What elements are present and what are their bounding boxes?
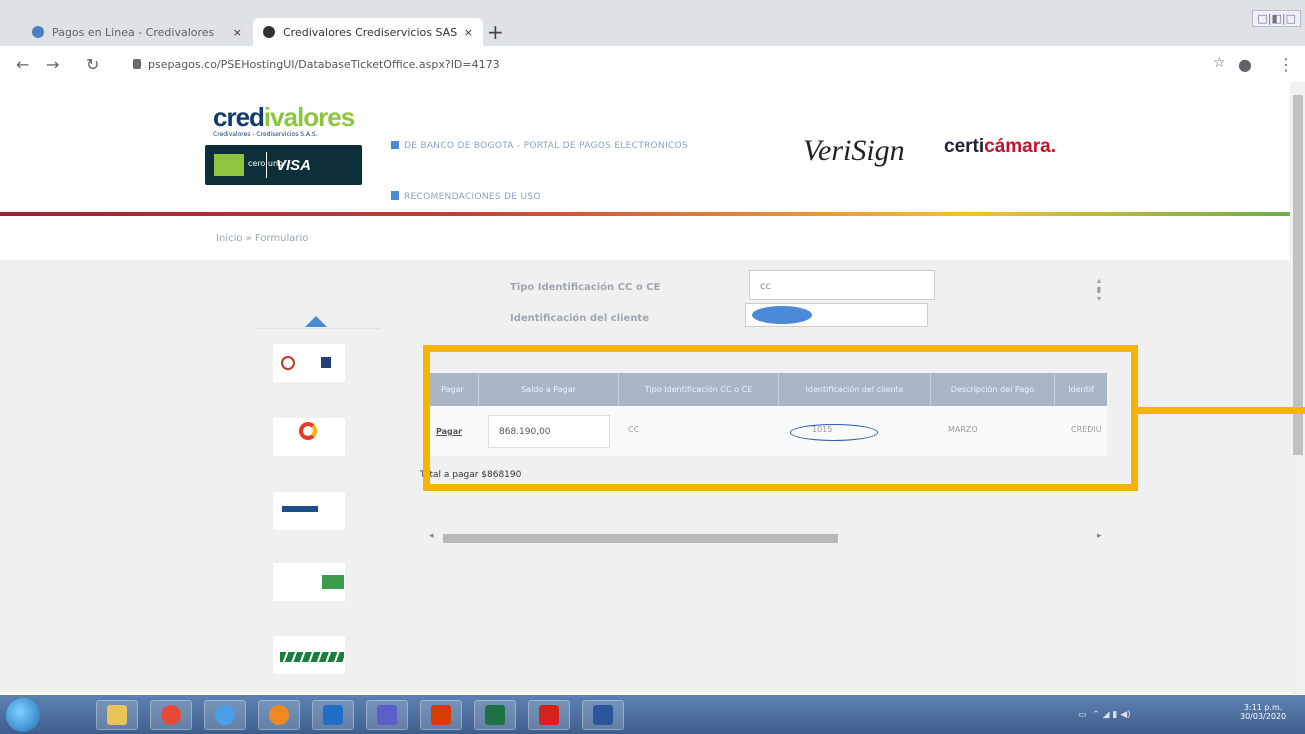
window-controls[interactable]: □|◧|□ (1252, 10, 1301, 27)
media-player-icon[interactable] (258, 700, 300, 730)
brand-logo[interactable]: credivalores (213, 102, 355, 133)
close-tab-icon[interactable]: × (233, 26, 242, 39)
verisign-logo: VeriSign (803, 134, 905, 167)
office-icon[interactable] (420, 700, 462, 730)
url-field[interactable]: psepagos.co/PSEHostingUI/DatabaseTicketO… (148, 58, 500, 71)
highlight-annotation-box (423, 345, 1138, 491)
new-tab-button[interactable]: + (487, 20, 504, 44)
close-tab-icon[interactable]: × (464, 26, 473, 39)
back-arrow-icon[interactable]: ← (16, 55, 29, 74)
divider (266, 152, 267, 178)
reload-icon[interactable]: ↻ (86, 55, 99, 74)
bookmark-star-icon[interactable]: ☆ (1213, 55, 1226, 71)
taskbar-clock[interactable]: 3:11 p.m. 30/03/2020 (1240, 703, 1286, 721)
bank-logo-symbol-icon (299, 422, 317, 440)
page-favicon-icon (32, 26, 44, 38)
bank-logo-mark-icon (322, 575, 344, 589)
acrobat-icon[interactable] (528, 700, 570, 730)
identificacion-cliente-label: Identificación del cliente (510, 313, 649, 324)
bank-square-icon (321, 357, 331, 368)
word-icon[interactable] (582, 700, 624, 730)
home-icon (391, 141, 399, 149)
page-favicon-icon (263, 26, 275, 38)
file-explorer-icon[interactable] (96, 700, 138, 730)
teams-icon[interactable] (366, 700, 408, 730)
menu-kebab-icon[interactable]: ⋮ (1278, 55, 1294, 74)
divider (255, 328, 380, 329)
redaction-blob (752, 306, 812, 324)
bank-logo-mark-icon (282, 506, 318, 512)
windows-start-button[interactable] (6, 698, 40, 732)
system-tray-icons[interactable]: ▭ ⌃ ◢ ▮ ◀) (1078, 710, 1131, 720)
clock-time: 3:11 p.m. (1243, 703, 1283, 712)
outlook-icon[interactable] (312, 700, 354, 730)
breadcrumb: Inicio » Formulario (216, 233, 309, 244)
carousel-up-arrow-icon[interactable] (305, 316, 327, 327)
internet-explorer-icon[interactable] (204, 700, 246, 730)
highlight-annotation-line (1138, 407, 1305, 414)
lock-icon[interactable] (133, 59, 141, 69)
brand-subtitle: Credivalores - Crediservicios S.A.S. (213, 131, 318, 138)
bank-circle-icon (281, 356, 295, 370)
breadcrumb-row (0, 216, 1290, 261)
certicamara-logo: certicámara. (944, 136, 1056, 158)
document-icon (391, 191, 399, 200)
form-scroll-indicator[interactable]: ▴ ▮ ▾ (1094, 276, 1104, 316)
chrome-icon[interactable] (150, 700, 192, 730)
tab-title: Pagos en Linea - Credivalores (52, 25, 215, 39)
clock-date: 30/03/2020 (1240, 712, 1287, 721)
tab-title: Credivalores Crediservicios SAS (283, 25, 458, 39)
bank-logo-mark-icon (280, 652, 344, 662)
browser-tab-active[interactable]: Credivalores Crediservicios SAS × (253, 18, 483, 46)
tipo-identificacion-field[interactable]: cc (749, 270, 935, 300)
forward-arrow-icon[interactable]: → (46, 55, 59, 74)
excel-icon[interactable] (474, 700, 516, 730)
visa-logo: VISA (276, 157, 312, 174)
cero-uno-logo (214, 154, 244, 176)
scroll-left-arrow-icon[interactable]: ◂ (429, 531, 434, 541)
table-horizontal-scrollbar-thumb[interactable] (443, 534, 838, 543)
header-link-portal[interactable]: DE BANCO DE BOGOTA - PORTAL DE PAGOS ELE… (404, 141, 688, 151)
scroll-right-arrow-icon[interactable]: ▸ (1097, 531, 1102, 541)
certicamara-logo-a: certi (944, 136, 985, 157)
header-link-recomendaciones[interactable]: RECOMENDACIONES DE USO (404, 192, 541, 202)
profile-icon[interactable]: ● (1238, 55, 1252, 74)
browser-tab[interactable]: Pagos en Linea - Credivalores × (22, 18, 252, 46)
tipo-identificacion-label: Tipo Identificación CC o CE (510, 282, 661, 293)
certicamara-logo-b: cámara. (984, 136, 1056, 157)
page-scrollbar-thumb[interactable] (1293, 95, 1303, 455)
